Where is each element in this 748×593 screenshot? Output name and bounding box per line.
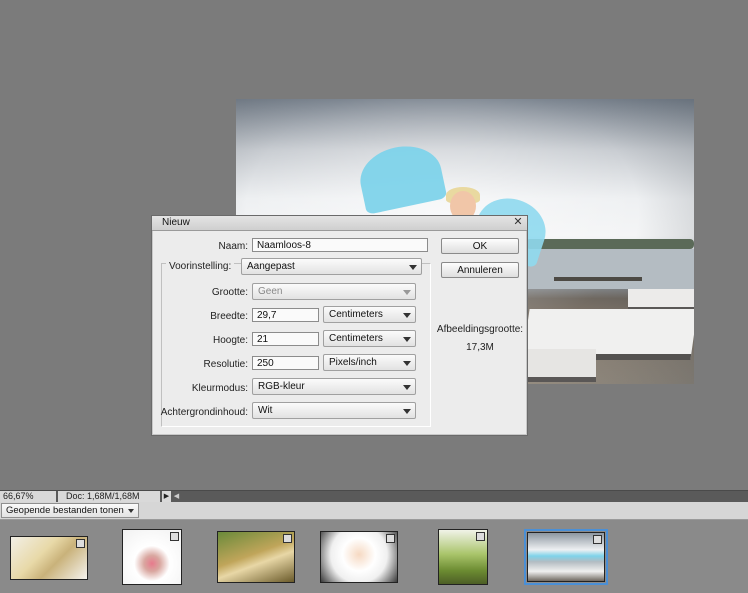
thumbnail[interactable]	[122, 529, 182, 585]
name-label: Naam:	[218, 241, 248, 252]
width-field[interactable]: 29,7	[252, 308, 319, 322]
photo-pallet	[628, 289, 694, 311]
chevron-down-icon	[403, 313, 411, 318]
resolution-field[interactable]: 250	[252, 356, 319, 370]
file-icon	[593, 535, 602, 544]
cancel-button[interactable]: Annuleren	[441, 262, 519, 278]
dialog-title: Nieuw	[162, 217, 190, 228]
photo-pallet	[516, 349, 596, 382]
width-unit-value: Centimeters	[329, 309, 383, 320]
size-value: Geen	[258, 286, 283, 297]
chevron-down-icon	[403, 361, 411, 366]
project-bin	[0, 520, 748, 593]
image-size-value: 17,3M	[466, 342, 494, 353]
thumbnail[interactable]	[217, 531, 295, 583]
thumbnail[interactable]	[438, 529, 488, 585]
file-icon	[476, 532, 485, 541]
chevron-down-icon	[128, 509, 134, 513]
height-unit-select[interactable]: Centimeters	[323, 330, 416, 347]
image-size-label: Afbeeldingsgrootte:	[436, 324, 524, 335]
resolution-unit-select[interactable]: Pixels/inch	[323, 354, 416, 371]
size-select[interactable]: Geen	[252, 283, 416, 300]
preset-select[interactable]: Aangepast	[241, 258, 422, 275]
file-icon	[386, 534, 395, 543]
new-document-dialog: Nieuw ✕ Naam: Naamloos-8 Voorinstelling:…	[151, 215, 528, 436]
resolution-unit-value: Pixels/inch	[329, 357, 377, 368]
colormode-label: Kleurmodus:	[191, 383, 248, 394]
photo-shore	[526, 239, 694, 249]
background-select[interactable]: Wit	[252, 402, 416, 419]
height-unit-value: Centimeters	[329, 333, 383, 344]
thumbnail[interactable]	[320, 531, 398, 583]
close-icon[interactable]: ✕	[512, 216, 524, 228]
height-label: Hoogte:	[212, 335, 248, 346]
colormode-select[interactable]: RGB-kleur	[252, 378, 416, 395]
doc-size[interactable]: Doc: 1,68M/1,68M	[58, 491, 160, 502]
height-field[interactable]: 21	[252, 332, 319, 346]
zoom-level[interactable]: 66,67%	[0, 491, 56, 502]
width-unit-select[interactable]: Centimeters	[323, 306, 416, 323]
status-bar: 66,67% Doc: 1,68M/1,68M ▶ ◀	[0, 490, 748, 502]
file-icon	[76, 539, 85, 548]
ok-button[interactable]: OK	[441, 238, 519, 254]
bin-filter-value: Geopende bestanden tonen	[6, 505, 124, 516]
bin-filter-select[interactable]: Geopende bestanden tonen	[1, 503, 139, 518]
play-icon[interactable]: ▶	[162, 491, 171, 502]
name-field[interactable]: Naamloos-8	[252, 238, 428, 252]
preset-value: Aangepast	[247, 261, 295, 272]
chevron-down-icon	[403, 385, 411, 390]
file-icon	[170, 532, 179, 541]
dialog-titlebar[interactable]: Nieuw ✕	[152, 216, 527, 231]
chevron-down-icon	[403, 337, 411, 342]
chevron-down-icon	[403, 409, 411, 414]
project-bin-bar: Geopende bestanden tonen	[0, 502, 748, 520]
resolution-label: Resolutie:	[203, 359, 248, 370]
width-label: Breedte:	[210, 311, 248, 322]
photo-water	[526, 249, 694, 289]
background-label: Achtergrondinhoud:	[160, 407, 248, 418]
size-label: Grootte:	[211, 287, 248, 298]
thumbnail[interactable]	[524, 529, 608, 585]
colormode-value: RGB-kleur	[258, 381, 305, 392]
photo-pier	[554, 277, 642, 281]
preset-label: Voorinstelling:	[166, 261, 235, 272]
chevron-down-icon	[403, 290, 411, 295]
scroll-left-icon[interactable]: ◀	[172, 491, 181, 502]
file-icon	[283, 534, 292, 543]
workspace: Nieuw ✕ Naam: Naamloos-8 Voorinstelling:…	[0, 0, 748, 490]
chevron-down-icon	[409, 265, 417, 270]
background-value: Wit	[258, 405, 273, 416]
thumbnail[interactable]	[10, 536, 88, 580]
